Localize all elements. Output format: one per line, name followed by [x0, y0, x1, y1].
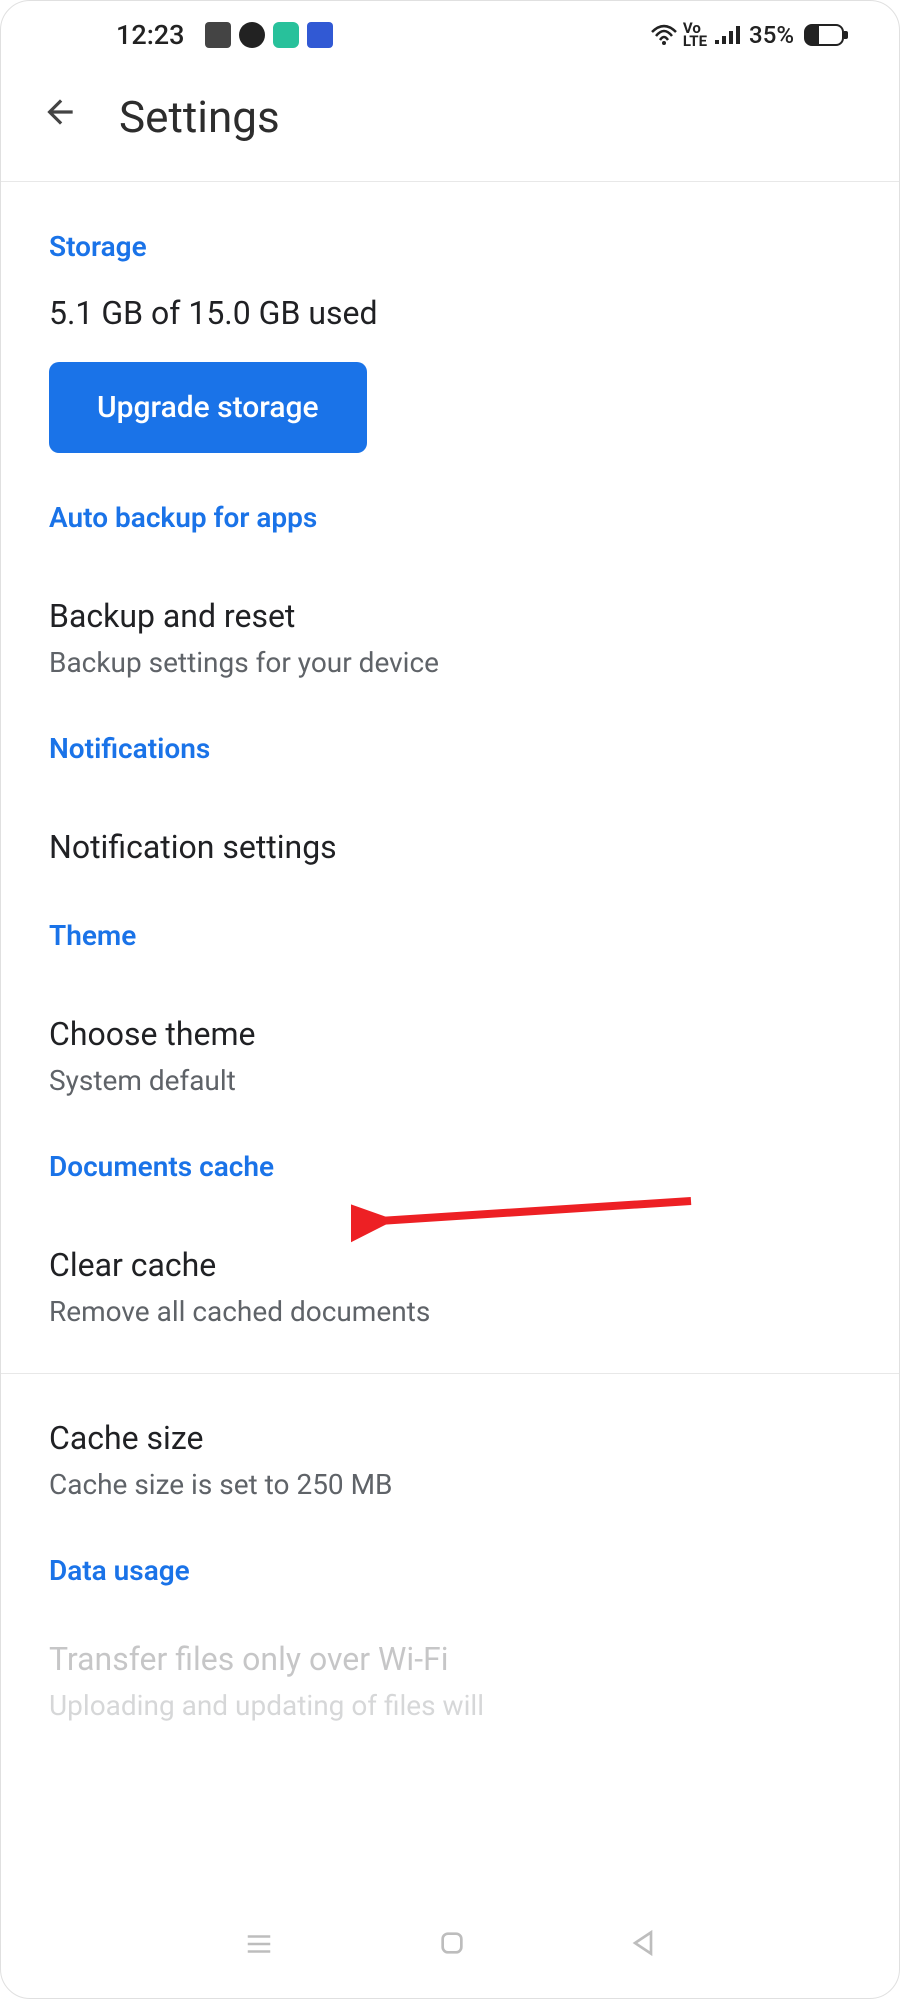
clear-cache-title: Clear cache [49, 1241, 851, 1289]
transfer-wifi-subtitle: Uploading and updating of files will [49, 1685, 851, 1727]
back-arrow-icon[interactable] [41, 93, 79, 142]
choose-theme-subtitle: System default [49, 1060, 851, 1102]
content: Storage 5.1 GB of 15.0 GB used Upgrade s… [1, 182, 899, 1727]
status-time: 12:23 [116, 19, 185, 51]
wifi-icon [651, 24, 677, 46]
back-icon[interactable] [627, 1926, 659, 1968]
storage-header: Storage [49, 230, 851, 263]
status-left: 12:23 [116, 19, 333, 51]
transfer-wifi-title: Transfer files only over Wi-Fi [49, 1635, 851, 1683]
transfer-wifi-item[interactable]: Transfer files only over Wi-Fi Uploading… [49, 1615, 851, 1727]
cache-size-subtitle: Cache size is set to 250 MB [49, 1464, 851, 1506]
cache-size-title: Cache size [49, 1414, 851, 1462]
theme-section: Theme Choose theme System default [49, 871, 851, 1102]
notification-icon [205, 22, 231, 48]
backup-reset-item[interactable]: Backup and reset Backup settings for you… [49, 562, 851, 684]
notifications-section: Notifications Notification settings [49, 684, 851, 871]
signal-icon [713, 24, 743, 46]
auto-backup-section: Auto backup for apps Backup and reset Ba… [49, 453, 851, 684]
clear-cache-item[interactable]: Clear cache Remove all cached documents [49, 1211, 851, 1333]
documents-cache-section: Documents cache Clear cache Remove all c… [49, 1102, 851, 1506]
backup-reset-title: Backup and reset [49, 592, 851, 640]
choose-theme-title: Choose theme [49, 1010, 851, 1058]
battery-icon [804, 24, 844, 46]
theme-header: Theme [49, 919, 851, 952]
clear-cache-subtitle: Remove all cached documents [49, 1291, 851, 1333]
choose-theme-item[interactable]: Choose theme System default [49, 980, 851, 1102]
storage-section: Storage 5.1 GB of 15.0 GB used Upgrade s… [49, 182, 851, 453]
notification-icon [273, 22, 299, 48]
header: Settings [1, 61, 899, 182]
status-notification-icons [205, 22, 333, 48]
page-title: Settings [119, 91, 280, 143]
data-usage-header: Data usage [49, 1554, 851, 1587]
lte-icon: VoLTE [683, 22, 707, 49]
battery-percent: 35% [749, 21, 794, 49]
documents-cache-header: Documents cache [49, 1150, 851, 1183]
notification-settings-title: Notification settings [49, 823, 851, 871]
status-right: VoLTE 35% [651, 21, 844, 49]
home-icon[interactable] [436, 1926, 468, 1968]
recent-apps-icon[interactable] [241, 1926, 277, 1968]
notification-settings-item[interactable]: Notification settings [49, 793, 851, 871]
upgrade-storage-button[interactable]: Upgrade storage [49, 362, 367, 453]
storage-usage-text: 5.1 GB of 15.0 GB used [49, 291, 851, 336]
cache-size-item[interactable]: Cache size Cache size is set to 250 MB [49, 1374, 851, 1506]
backup-reset-subtitle: Backup settings for your device [49, 642, 851, 684]
data-usage-section: Data usage Transfer files only over Wi-F… [49, 1506, 851, 1727]
navigation-bar [1, 1926, 899, 1968]
auto-backup-header: Auto backup for apps [49, 501, 851, 534]
status-bar: 12:23 VoLTE 35% [1, 1, 899, 61]
notification-icon [239, 22, 265, 48]
notifications-header: Notifications [49, 732, 851, 765]
notification-icon [307, 22, 333, 48]
